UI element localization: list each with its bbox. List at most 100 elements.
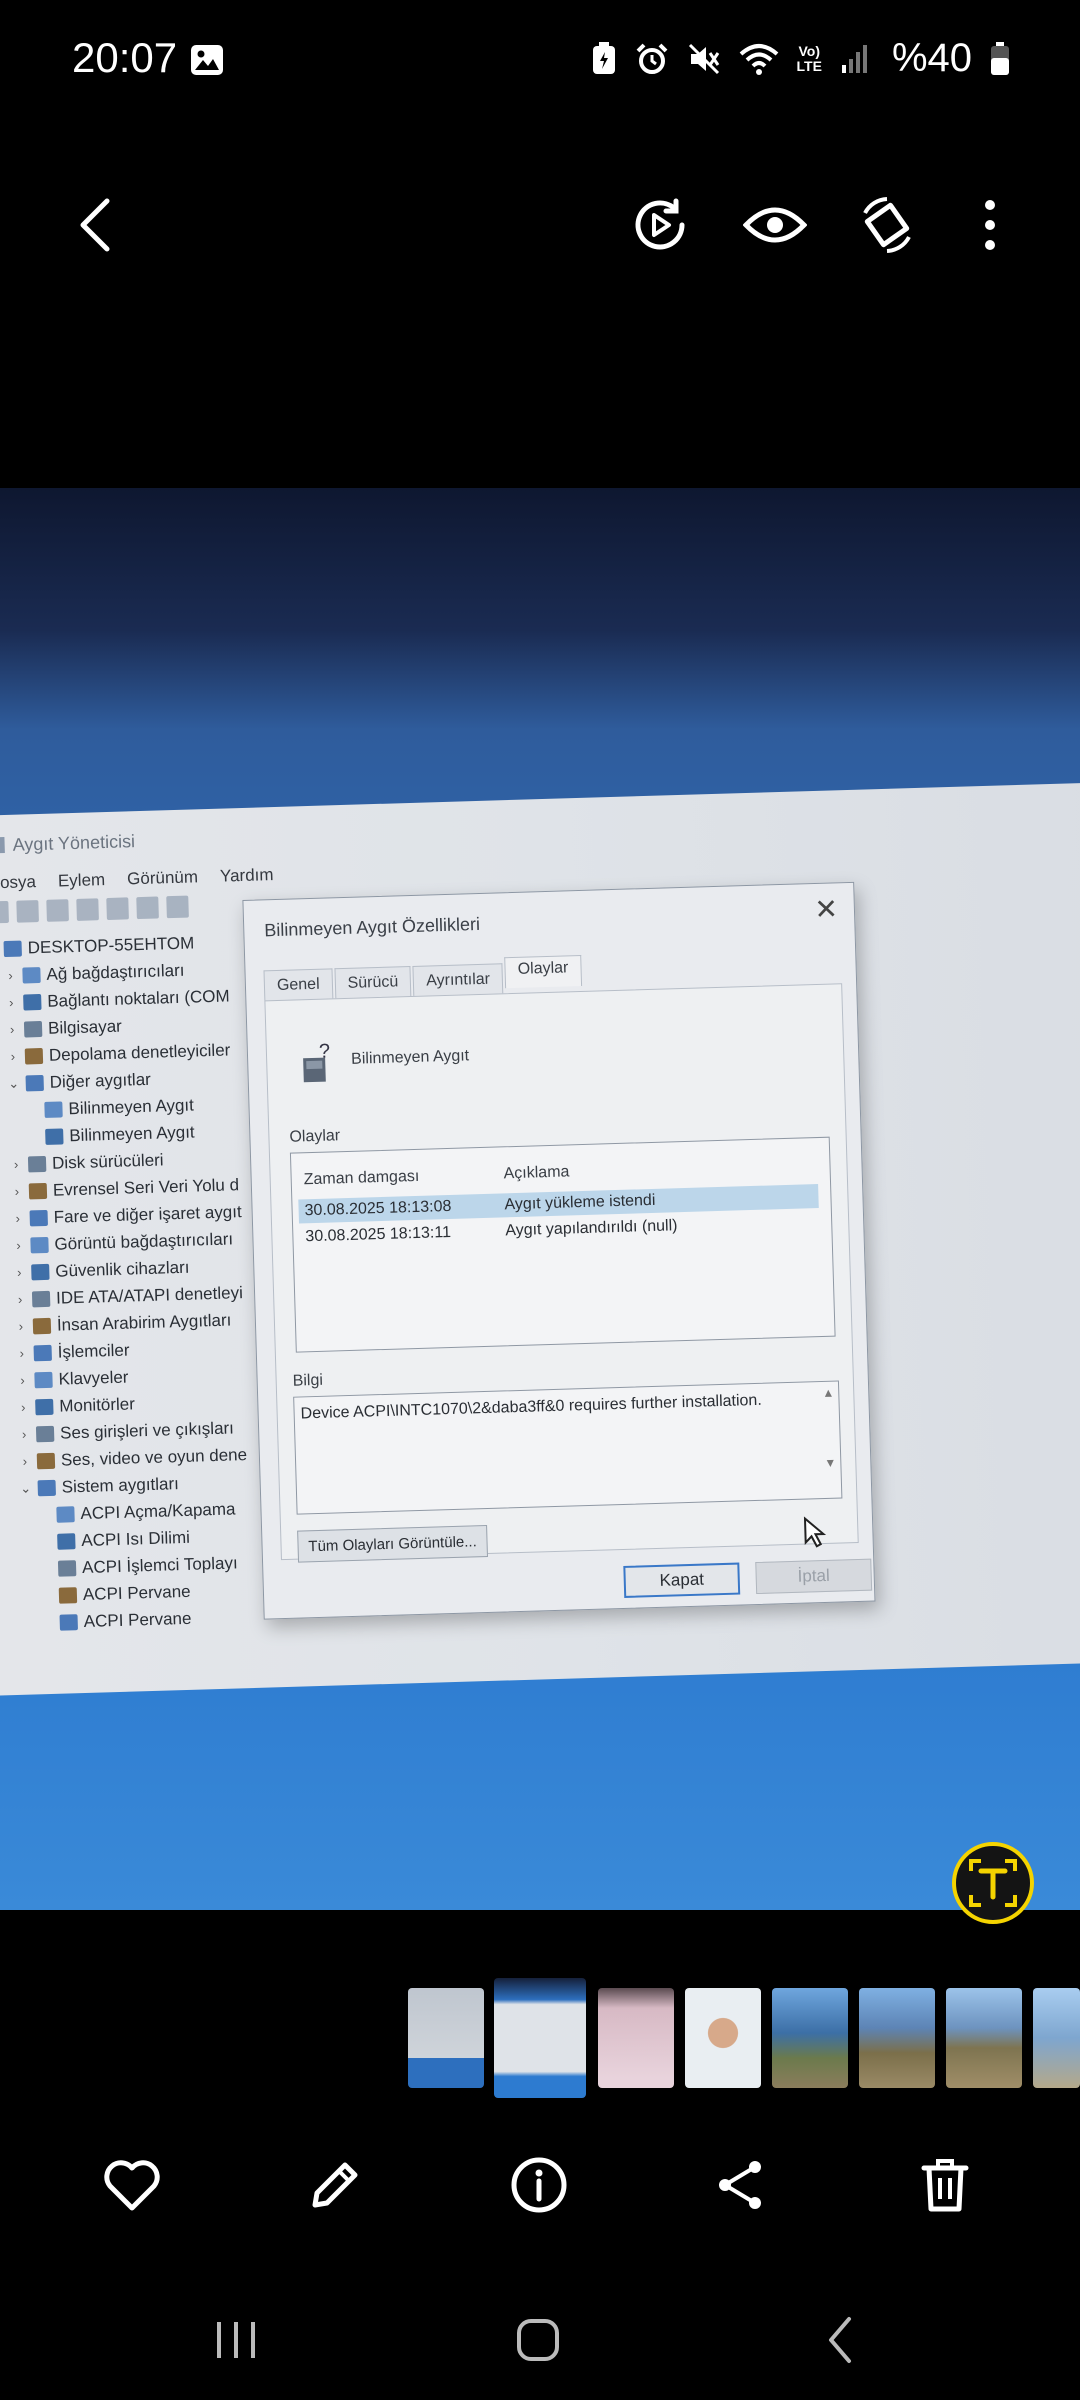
tree-item-label: Güvenlik cihazları: [55, 1257, 190, 1281]
chevron-right-icon: ›: [16, 1237, 21, 1253]
chevron-right-icon: ›: [22, 1453, 28, 1469]
tree-item-label: Disk sürücüleri: [51, 1149, 164, 1173]
event-time: 30.08.2025 18:13:11: [305, 1223, 452, 1246]
event-description: Aygıt yükleme istendi: [504, 1191, 656, 1214]
back-button[interactable]: [40, 170, 150, 280]
rotate-button[interactable]: [832, 170, 942, 280]
favorite-button[interactable]: [77, 2130, 187, 2240]
photographed-screen: Aygıt Yöneticisi Dosya Eylem Görünüm Yar…: [0, 722, 1080, 1756]
column-timestamp: Zaman damgası: [303, 1167, 420, 1189]
tree-item-label: Evrensel Seri Veri Yolu d: [52, 1174, 240, 1200]
chevron-right-icon: ›: [19, 1345, 25, 1361]
device-category-icon: [23, 993, 42, 1011]
tree-item-label: Ses, video ve oyun dene: [60, 1444, 248, 1470]
tree-item-label: Bağlantı noktaları (COM: [47, 985, 230, 1011]
thumbnail[interactable]: [685, 1988, 761, 2088]
dialog-close-button: Kapat: [623, 1562, 741, 1598]
events-label: Olaylar: [289, 1127, 341, 1146]
motion-photo-button[interactable]: [605, 170, 715, 280]
device-category-icon: [34, 1371, 53, 1388]
events-tab-panel: ? Bilinmeyen Aygıt Olaylar Zaman damgası…: [264, 983, 859, 1563]
device-category-icon: [29, 1209, 48, 1226]
details-button[interactable]: [484, 2130, 594, 2240]
rotate-icon: [863, 197, 911, 253]
photo-viewport[interactable]: Aygıt Yöneticisi Dosya Eylem Görünüm Yar…: [0, 488, 1080, 1910]
tree-item-label: Bilinmeyen Aygıt: [69, 1122, 195, 1145]
tree-item-label: Depolama denetleyiciler: [48, 1039, 231, 1065]
dialog-title: Bilinmeyen Aygıt Özellikleri: [264, 913, 481, 941]
event-description: Aygıt yapılandırıldı (null): [505, 1217, 678, 1240]
thumbnail[interactable]: [408, 1988, 484, 2088]
bottom-action-bar: [0, 2130, 1080, 2240]
home-button[interactable]: [478, 2290, 598, 2390]
tree-item-label: DESKTOP-55EHTOM: [27, 932, 195, 957]
tree-item-label: IDE ATA/ATAPI denetleyi: [55, 1282, 244, 1308]
device-category-icon: [58, 1586, 78, 1604]
device-category-icon: [32, 1317, 52, 1334]
tree-item-label: Bilinmeyen Aygıt: [68, 1095, 195, 1118]
thumbnail-current[interactable]: [494, 1978, 586, 2098]
battery-icon: [991, 41, 1009, 75]
tree-item-label: Fare ve diğer işaret aygıt: [53, 1201, 242, 1227]
thumbnail[interactable]: [946, 1988, 1022, 2088]
heart-icon: [104, 2160, 160, 2211]
thumbnail[interactable]: [598, 1988, 674, 2088]
info-text-box: Device ACPI\INTC1070\2&daba3ff&0 require…: [293, 1380, 843, 1515]
menu-action: Eylem: [57, 870, 106, 891]
device-category-icon: [22, 966, 41, 984]
device-category-icon: [28, 1182, 48, 1199]
monitor-tool-icon: [166, 895, 189, 919]
unknown-device-icon: ?: [303, 1041, 330, 1083]
motion-photo-play-icon: [635, 198, 685, 250]
thumbnail-strip[interactable]: [0, 1978, 1080, 2098]
chevron-right-icon: ›: [8, 994, 14, 1010]
device-category-icon: [25, 1074, 44, 1091]
thumbnail[interactable]: [772, 1988, 848, 2088]
chevron-right-icon: ›: [20, 1399, 26, 1415]
thumbnail[interactable]: [1033, 1988, 1080, 2088]
alarm-icon: [636, 43, 667, 74]
text-scan-icon: [969, 1859, 1017, 1907]
thumbnail[interactable]: [859, 1988, 935, 2088]
tree-item-label: Bilgisayar: [47, 1016, 123, 1038]
device-manager-window: Aygıt Yöneticisi Dosya Eylem Görünüm Yar…: [0, 781, 1080, 1696]
column-description: Açıklama: [503, 1163, 570, 1183]
home-icon: [517, 2319, 559, 2361]
menu-file: Dosya: [0, 872, 37, 893]
device-category-icon: [36, 1452, 56, 1469]
view-button[interactable]: [720, 170, 830, 280]
back-arrow-icon: [80, 198, 110, 252]
tree-item-label: ACPI Pervane: [82, 1581, 191, 1604]
forward-tool-icon: [16, 900, 39, 923]
back-nav-button[interactable]: [780, 2290, 900, 2390]
gallery-notification-icon: [191, 45, 223, 75]
dialog-cancel-button: İptal: [755, 1558, 873, 1595]
tree-item-label: ACPI İşlemci Toplayı: [81, 1552, 238, 1577]
chevron-right-icon: ›: [20, 1372, 25, 1388]
trash-icon: [921, 2159, 969, 2212]
chevron-right-icon: ›: [18, 1318, 24, 1334]
close-icon: ✕: [813, 893, 839, 926]
view-all-events-button: Tüm Olayları Görüntüle...: [297, 1524, 488, 1563]
more-options-button[interactable]: [935, 170, 1045, 280]
back-tool-icon: [0, 900, 9, 924]
recent-apps-button[interactable]: [176, 2290, 296, 2390]
tab-general: Genel: [263, 968, 334, 1002]
chevron-right-icon: ›: [17, 1291, 23, 1307]
delete-button[interactable]: [890, 2130, 1000, 2240]
device-category-icon: [57, 1532, 76, 1550]
edit-pencil-icon: [312, 2162, 358, 2208]
events-header: Zaman damgası Açıklama: [303, 1156, 823, 1188]
tree-item-label: Görüntü bağdaştırıcıları: [54, 1228, 234, 1254]
device-category-icon: [27, 1155, 47, 1172]
menu-help: Yardım: [219, 865, 274, 886]
tab-details: Ayrıntılar: [412, 963, 504, 997]
system-nav-bar: [0, 2280, 1080, 2400]
event-time: 30.08.2025 18:13:08: [304, 1197, 452, 1220]
share-button[interactable]: [686, 2130, 796, 2240]
edit-button[interactable]: [280, 2130, 390, 2240]
device-manager-title: Aygıt Yöneticisi: [12, 831, 136, 855]
text-extract-button[interactable]: [952, 1842, 1034, 1924]
volte-label: Vo): [798, 42, 820, 59]
tree-item-label: İşlemciler: [57, 1340, 130, 1362]
